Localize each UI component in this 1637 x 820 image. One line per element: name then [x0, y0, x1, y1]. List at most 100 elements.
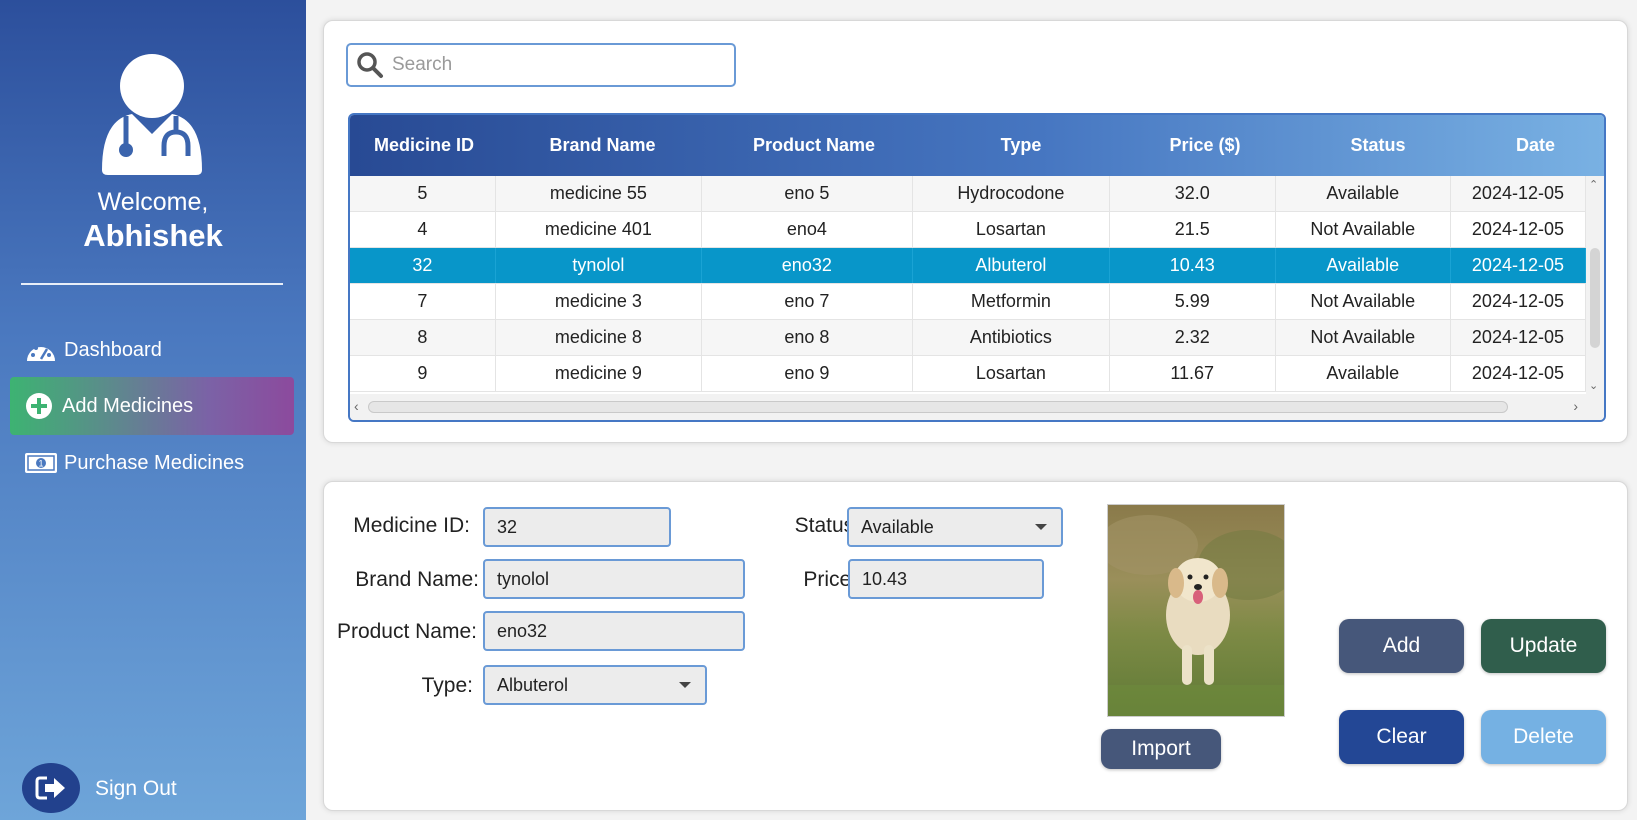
medicine-photo — [1107, 504, 1285, 717]
table-row[interactable]: 5 medicine 55 eno 5 Hydrocodone 32.0 Availabl… — [350, 176, 1586, 212]
cell-date: 2024-12-05 — [1451, 356, 1586, 391]
cell-brand-name: medicine 9 — [496, 356, 702, 391]
table-header: Medicine ID Brand Name Product Name Type… — [350, 115, 1604, 176]
column-header-status[interactable]: Status — [1289, 115, 1467, 176]
cell-price: 32.0 — [1110, 176, 1276, 211]
product-name-label: Product Name: — [336, 620, 477, 643]
dashboard-gauge-icon — [24, 335, 58, 365]
sidebar-item-label: Add Medicines — [62, 394, 194, 417]
cell-price: 11.67 — [1110, 356, 1276, 391]
cell-status: Not Available — [1276, 320, 1451, 355]
sidebar-item-label: Purchase Medicines — [64, 451, 245, 474]
cell-type: Antibiotics — [913, 320, 1110, 355]
medicines-table[interactable]: Medicine ID Brand Name Product Name Type… — [348, 113, 1606, 422]
cell-product-name: eno 5 — [702, 176, 913, 211]
medicine-form-panel: Medicine ID: 32 Brand Name: tynolol Prod… — [323, 481, 1628, 811]
cell-price: 21.5 — [1110, 212, 1276, 247]
cell-medicine-id: 9 — [350, 356, 496, 391]
search-input[interactable] — [392, 54, 722, 76]
cell-medicine-id: 4 — [350, 212, 496, 247]
cell-status: Not Available — [1276, 284, 1451, 319]
sidebar-divider — [21, 283, 283, 285]
medicine-id-label: Medicine ID: — [353, 514, 470, 537]
sidebar: Welcome, Abhishek Dashboard Add Medicine… — [0, 0, 306, 820]
chevron-down-icon — [679, 682, 691, 688]
sign-out-button[interactable] — [22, 763, 80, 813]
cell-type: Albuterol — [913, 248, 1110, 283]
sign-out-label[interactable]: Sign Out — [95, 777, 177, 801]
table-row[interactable]: 32 tynolol eno32 Albuterol 10.43 Available 202… — [350, 248, 1586, 284]
cell-type: Losartan — [913, 212, 1110, 247]
table-row[interactable]: 9 medicine 9 eno 9 Losartan 11.67 Available 20… — [350, 356, 1586, 392]
welcome-text: Welcome, — [97, 188, 209, 216]
column-header-medicine-id[interactable]: Medicine ID — [350, 115, 498, 176]
column-header-date[interactable]: Date — [1467, 115, 1604, 176]
horizontal-scroll-thumb[interactable] — [368, 401, 1508, 413]
column-header-brand-name[interactable]: Brand Name — [498, 115, 707, 176]
cell-brand-name: tynolol — [496, 248, 702, 283]
status-label: Status: — [794, 514, 860, 537]
cell-product-name: eno 8 — [702, 320, 913, 355]
doctor-avatar-icon — [102, 54, 202, 175]
column-header-product-name[interactable]: Product Name — [707, 115, 921, 176]
cell-product-name: eno 9 — [702, 356, 913, 391]
scroll-left-icon[interactable]: ‹ — [354, 398, 359, 414]
cell-brand-name: medicine 55 — [496, 176, 702, 211]
type-select[interactable]: Albuterol — [483, 665, 707, 705]
status-select[interactable]: Available — [847, 507, 1063, 547]
import-button[interactable]: Import — [1101, 729, 1221, 769]
column-header-price[interactable]: Price ($) — [1121, 115, 1289, 176]
cell-medicine-id: 7 — [350, 284, 496, 319]
vertical-scrollbar[interactable]: ⌃ ⌄ — [1586, 176, 1604, 394]
scroll-down-icon[interactable]: ⌄ — [1589, 379, 1598, 392]
price-field[interactable]: 10.43 — [848, 559, 1044, 599]
cell-price: 2.32 — [1110, 320, 1276, 355]
search-icon — [357, 52, 383, 78]
cell-brand-name: medicine 8 — [496, 320, 702, 355]
cell-status: Available — [1276, 176, 1451, 211]
clear-button[interactable]: Clear — [1339, 710, 1464, 764]
price-label: Price: — [803, 568, 857, 591]
table-row[interactable]: 7 medicine 3 eno 7 Metformin 5.99 Not Availab… — [350, 284, 1586, 320]
table-body: 5 medicine 55 eno 5 Hydrocodone 32.0 Availabl… — [350, 176, 1586, 394]
cell-medicine-id: 5 — [350, 176, 496, 211]
cell-type: Hydrocodone — [913, 176, 1110, 211]
update-button[interactable]: Update — [1481, 619, 1606, 673]
sidebar-item-add-medicines[interactable]: Add Medicines — [10, 377, 294, 435]
product-name-field[interactable]: eno32 — [483, 611, 745, 651]
cell-brand-name: medicine 401 — [496, 212, 702, 247]
cell-price: 10.43 — [1110, 248, 1276, 283]
cell-date: 2024-12-05 — [1451, 248, 1586, 283]
vertical-scroll-thumb[interactable] — [1590, 248, 1600, 348]
medicine-id-field[interactable]: 32 — [483, 507, 671, 547]
cell-medicine-id: 32 — [350, 248, 496, 283]
plus-circle-icon — [22, 391, 56, 421]
cell-status: Not Available — [1276, 212, 1451, 247]
scroll-right-icon[interactable]: › — [1573, 398, 1578, 414]
cell-date: 2024-12-05 — [1451, 284, 1586, 319]
brand-name-label: Brand Name: — [355, 568, 479, 591]
horizontal-scrollbar[interactable]: ‹ › — [350, 394, 1604, 420]
type-select-value: Albuterol — [497, 674, 569, 695]
scroll-up-icon[interactable]: ⌃ — [1589, 178, 1598, 191]
svg-text:1: 1 — [38, 459, 43, 469]
sidebar-item-label: Dashboard — [64, 338, 162, 361]
column-header-type[interactable]: Type — [921, 115, 1121, 176]
sign-out-icon — [35, 776, 65, 800]
delete-button[interactable]: Delete — [1481, 710, 1606, 764]
cell-status: Available — [1276, 356, 1451, 391]
medicine-list-panel: Medicine ID Brand Name Product Name Type… — [323, 20, 1628, 443]
table-row[interactable]: 8 medicine 8 eno 8 Antibiotics 2.32 Not Avail… — [350, 320, 1586, 356]
cell-product-name: eno32 — [702, 248, 913, 283]
sidebar-item-dashboard[interactable]: Dashboard — [10, 321, 294, 379]
cell-brand-name: medicine 3 — [496, 284, 702, 319]
cell-product-name: eno4 — [702, 212, 913, 247]
add-button[interactable]: Add — [1339, 619, 1464, 673]
cell-status: Available — [1276, 248, 1451, 283]
cell-product-name: eno 7 — [702, 284, 913, 319]
cell-type: Metformin — [913, 284, 1110, 319]
table-row[interactable]: 4 medicine 401 eno4 Losartan 21.5 Not Availab… — [350, 212, 1586, 248]
sidebar-item-purchase-medicines[interactable]: 1 Purchase Medicines — [10, 434, 294, 492]
search-box[interactable] — [346, 43, 736, 87]
cell-date: 2024-12-05 — [1451, 176, 1586, 211]
